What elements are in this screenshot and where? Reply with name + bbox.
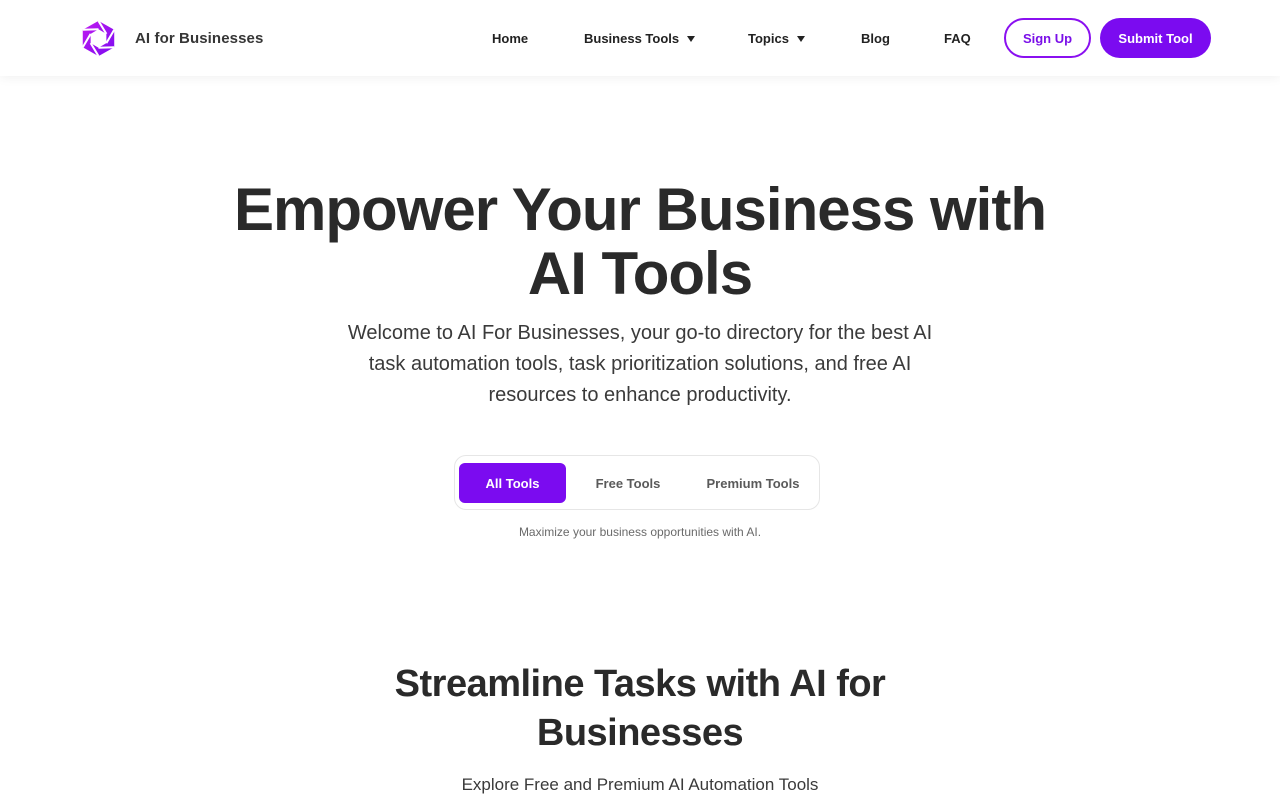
caret-down-icon bbox=[687, 35, 696, 42]
nav-business-tools-label: Business Tools bbox=[584, 30, 680, 46]
section-title: Streamline Tasks with AI for Businesses bbox=[0, 660, 1280, 758]
tab-all-tools-label: All Tools bbox=[485, 475, 540, 491]
nav-topics[interactable]: Topics bbox=[748, 28, 805, 48]
hero-title-line1: Empower Your Business with bbox=[234, 176, 1047, 243]
tab-free-tools-label: Free Tools bbox=[595, 475, 661, 491]
section-title-line2: Businesses bbox=[536, 712, 744, 754]
hero-subtitle: Welcome to AI For Businesses, your go-to… bbox=[347, 322, 933, 406]
submit-tool-button[interactable]: Submit Tool bbox=[1100, 18, 1211, 58]
tab-free-tools[interactable]: Free Tools bbox=[575, 463, 681, 503]
site-header: AI for Businesses Home Business Tools To… bbox=[0, 0, 1280, 76]
nav-home-label: Home bbox=[492, 30, 529, 46]
nav-faq-label: FAQ bbox=[944, 30, 971, 46]
tab-premium-tools-label: Premium Tools bbox=[706, 475, 800, 491]
nav-blog-label: Blog bbox=[861, 30, 890, 46]
tool-filter-tabs: All Tools Free Tools Premium Tools bbox=[454, 455, 820, 510]
hero-tagline: Maximize your business opportunities wit… bbox=[518, 525, 762, 539]
nav-home[interactable]: Home bbox=[492, 28, 528, 48]
sign-up-button[interactable]: Sign Up bbox=[1004, 18, 1091, 58]
section-subtitle: Explore Free and Premium AI Automation T… bbox=[461, 775, 819, 794]
main-nav: Home Business Tools Topics Blog FAQ Sign… bbox=[0, 0, 1280, 76]
submit-tool-label: Submit Tool bbox=[1118, 30, 1193, 46]
tab-all-tools[interactable]: All Tools bbox=[459, 463, 566, 503]
hero-title-line2: AI Tools bbox=[527, 240, 753, 307]
section-title-line1: Streamline Tasks with AI for bbox=[394, 663, 886, 705]
nav-blog[interactable]: Blog bbox=[861, 28, 890, 48]
hero-title: Empower Your Business with AI Tools bbox=[0, 178, 1280, 306]
caret-down-icon bbox=[796, 35, 805, 42]
nav-topics-label: Topics bbox=[748, 30, 789, 46]
nav-faq[interactable]: FAQ bbox=[944, 28, 971, 48]
sign-up-label: Sign Up bbox=[1022, 30, 1073, 46]
nav-business-tools[interactable]: Business Tools bbox=[584, 28, 696, 48]
tab-premium-tools[interactable]: Premium Tools bbox=[691, 463, 815, 503]
